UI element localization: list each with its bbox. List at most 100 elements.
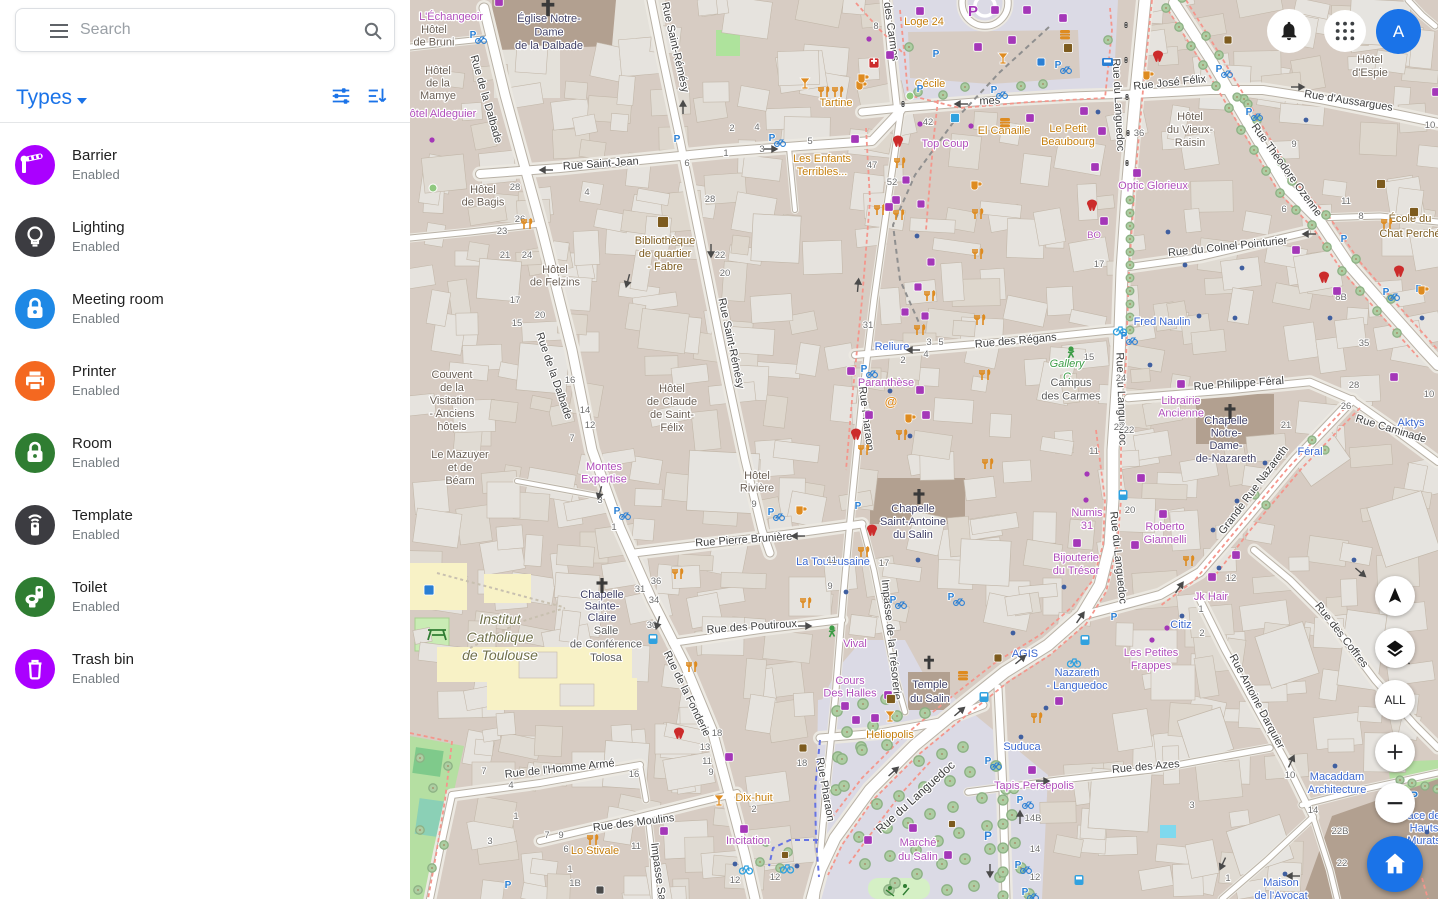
- svg-text:- Fabre: - Fabre: [647, 261, 682, 273]
- svg-text:Hôtel: Hôtel: [542, 264, 568, 276]
- svg-text:de Bruni: de Bruni: [414, 37, 455, 49]
- svg-text:P: P: [855, 501, 862, 512]
- svg-text:12: 12: [770, 872, 781, 883]
- svg-text:11: 11: [702, 756, 712, 767]
- svg-text:Top Coup: Top Coup: [921, 138, 968, 150]
- svg-text:31: 31: [1081, 520, 1093, 532]
- svg-text:1B: 1B: [569, 878, 581, 889]
- svg-text:Les Enfants: Les Enfants: [793, 153, 852, 165]
- svg-text:31: 31: [863, 320, 874, 331]
- svg-text:Dame-: Dame-: [1209, 440, 1242, 452]
- svg-text:12: 12: [1226, 573, 1237, 584]
- svg-text:28: 28: [705, 194, 716, 205]
- svg-text:3: 3: [926, 337, 931, 348]
- svg-text:5: 5: [807, 136, 812, 147]
- svg-text:8: 8: [873, 21, 878, 32]
- svg-text:hôtels: hôtels: [437, 421, 467, 433]
- svg-text:Jk Hair: Jk Hair: [1194, 591, 1229, 603]
- svg-text:du Vieux-: du Vieux-: [1167, 124, 1214, 136]
- svg-text:1: 1: [1225, 873, 1230, 884]
- svg-text:9: 9: [558, 830, 563, 841]
- svg-text:- Anciens: - Anciens: [429, 408, 475, 420]
- svg-text:de quartier: de quartier: [639, 248, 692, 260]
- svg-text:de Felzins: de Felzins: [530, 277, 581, 289]
- svg-text:et de: et de: [448, 462, 472, 474]
- svg-text:7: 7: [544, 830, 549, 841]
- svg-text:26: 26: [1341, 401, 1352, 412]
- svg-text:Claire: Claire: [588, 612, 617, 624]
- svg-text:13: 13: [700, 742, 711, 753]
- svg-text:28: 28: [1349, 380, 1360, 391]
- svg-text:22B: 22B: [1332, 826, 1349, 837]
- svg-text:Lo Stivale: Lo Stivale: [571, 845, 619, 857]
- svg-text:1: 1: [513, 811, 518, 822]
- svg-text:Terribles...: Terribles...: [797, 166, 848, 178]
- svg-text:Féral: Féral: [1297, 446, 1322, 458]
- svg-text:Gallery: Gallery: [1050, 358, 1086, 370]
- svg-text:Aktys: Aktys: [1398, 417, 1425, 429]
- svg-text:Hôtel: Hôtel: [470, 184, 496, 196]
- svg-text:23: 23: [497, 226, 508, 237]
- svg-text:14B: 14B: [1025, 813, 1042, 824]
- svg-text:Numis: Numis: [1071, 507, 1103, 519]
- svg-text:6: 6: [563, 844, 568, 855]
- svg-text:de Saint-: de Saint-: [650, 409, 694, 421]
- svg-text:2: 2: [1199, 628, 1204, 639]
- svg-text:Beaubourg: Beaubourg: [1041, 136, 1095, 148]
- svg-text:17: 17: [510, 295, 521, 306]
- svg-text:Paranthèse: Paranthèse: [858, 377, 914, 389]
- svg-text:2: 2: [900, 355, 905, 366]
- svg-text:de la: de la: [440, 382, 465, 394]
- svg-text:de Claude: de Claude: [647, 396, 697, 408]
- svg-text:Rivière: Rivière: [740, 483, 774, 495]
- svg-text:20: 20: [1125, 505, 1136, 516]
- svg-text:20: 20: [720, 268, 731, 279]
- svg-text:Giannelli: Giannelli: [1144, 534, 1187, 546]
- svg-text:Hôtel: Hôtel: [1177, 111, 1203, 123]
- svg-text:P: P: [505, 880, 512, 891]
- svg-text:P: P: [674, 134, 681, 145]
- svg-text:Vival: Vival: [843, 638, 867, 650]
- svg-text:Institut: Institut: [479, 611, 521, 627]
- svg-text:des Carmes: des Carmes: [1041, 391, 1101, 403]
- svg-text:Optic Glorieux: Optic Glorieux: [1118, 180, 1188, 192]
- svg-text:12: 12: [585, 420, 596, 431]
- svg-text:Chapelle: Chapelle: [891, 503, 934, 515]
- svg-text:P: P: [984, 829, 992, 843]
- svg-text:Bijouterie: Bijouterie: [1053, 552, 1099, 564]
- svg-text:Librairie: Librairie: [1161, 395, 1200, 407]
- svg-text:Hôtel: Hôtel: [744, 470, 770, 482]
- svg-text:Montes: Montes: [586, 461, 623, 473]
- svg-text:1: 1: [611, 522, 616, 533]
- svg-text:34: 34: [649, 595, 660, 606]
- svg-text:Chapelle: Chapelle: [1204, 415, 1247, 427]
- svg-text:17: 17: [879, 558, 890, 569]
- svg-text:Béarn: Béarn: [445, 475, 474, 487]
- svg-text:35: 35: [1359, 338, 1370, 349]
- svg-text:Salle: Salle: [594, 625, 618, 637]
- svg-text:11: 11: [631, 841, 641, 852]
- svg-text:1: 1: [1198, 604, 1203, 615]
- svg-text:28: 28: [510, 182, 521, 193]
- svg-text:Tolosa: Tolosa: [590, 652, 623, 664]
- svg-text:5: 5: [938, 337, 943, 348]
- svg-text:9: 9: [1291, 139, 1296, 150]
- svg-text:21: 21: [500, 250, 511, 261]
- svg-text:10: 10: [1285, 770, 1296, 781]
- svg-text:14: 14: [1308, 805, 1319, 816]
- svg-text:7: 7: [481, 766, 486, 777]
- svg-text:L'Échangeoir: L'Échangeoir: [419, 10, 483, 23]
- svg-text:3: 3: [759, 144, 764, 155]
- svg-text:16: 16: [565, 375, 576, 386]
- svg-text:21: 21: [1281, 420, 1292, 431]
- svg-text:14: 14: [1030, 844, 1041, 855]
- svg-text:6: 6: [1281, 204, 1286, 215]
- svg-text:Temple: Temple: [912, 679, 947, 691]
- svg-text:1: 1: [567, 864, 572, 875]
- svg-text:4: 4: [508, 780, 513, 791]
- svg-text:Suduca: Suduca: [1003, 741, 1041, 753]
- svg-text:Incitation: Incitation: [726, 835, 770, 847]
- svg-text:42: 42: [923, 117, 934, 128]
- svg-text:@: @: [885, 394, 898, 409]
- svg-text:Raisin: Raisin: [1175, 137, 1206, 149]
